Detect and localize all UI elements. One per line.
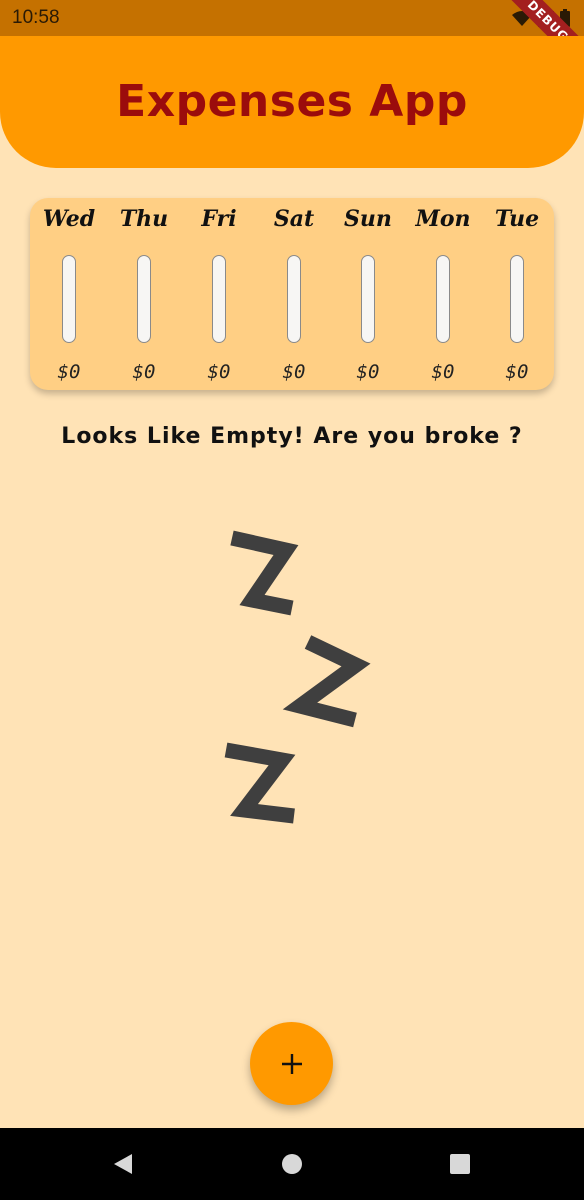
day-label: Fri [201,206,237,232]
system-nav-bar [0,1128,584,1200]
day-label: Tue [494,206,540,232]
spending-bar [212,255,226,343]
app-bar: Expenses App [0,36,584,168]
day-label: Mon [415,206,471,232]
home-icon [282,1154,302,1174]
chart-day-column: Thu $0 [107,198,181,390]
day-label: Thu [119,206,169,232]
amount-label: $0 [356,361,380,383]
back-button[interactable] [106,1148,138,1180]
day-label: Wed [42,206,96,232]
chart-day-column: Fri $0 [182,198,256,390]
chart-day-column: Wed $0 [32,198,106,390]
recents-button[interactable] [444,1148,476,1180]
amount-label: $0 [207,361,231,383]
spending-bar [62,255,76,343]
spending-bar [137,255,151,343]
amount-label: $0 [132,361,156,383]
status-bar: 10:58 [0,0,584,36]
chart-day-column: Sun $0 [331,198,405,390]
amount-label: $0 [431,361,455,383]
home-button[interactable] [276,1148,308,1180]
back-icon [114,1154,132,1174]
empty-state-message: Looks Like Empty! Are you broke ? [61,424,523,449]
spending-bar [287,255,301,343]
plus-icon [281,1053,302,1074]
recents-icon [450,1154,470,1174]
status-time: 10:58 [12,7,60,28]
app-title: Expenses App [116,76,468,127]
amount-label: $0 [505,361,529,383]
zzz-sleep-icon [224,530,371,824]
day-label: Sun [344,206,392,232]
spending-bar [510,255,524,343]
chart-day-column: Mon $0 [406,198,480,390]
chart-day-column: Tue $0 [480,198,554,390]
spending-bar [361,255,375,343]
amount-label: $0 [282,361,306,383]
day-label: Sat [273,206,315,232]
amount-label: $0 [57,361,81,383]
chart-day-column: Sat $0 [257,198,331,390]
add-expense-button[interactable] [250,1022,333,1105]
spending-bar [436,255,450,343]
weekly-chart-card: Wed $0 Thu $0 Fri $0 Sat $0 Sun $0 Mon $… [30,198,554,390]
